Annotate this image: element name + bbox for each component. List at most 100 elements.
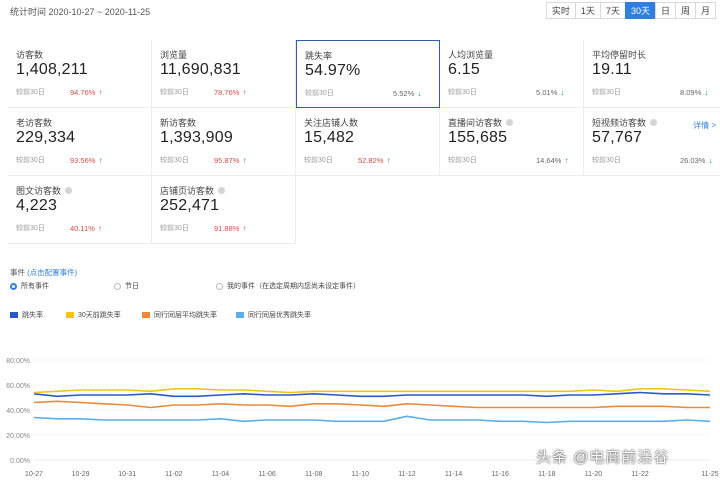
help-icon[interactable]: [650, 118, 658, 126]
radio-icon: [216, 282, 223, 290]
legend-item[interactable]: 同行同层平均跳失率: [142, 310, 217, 320]
range-button-day[interactable]: 日: [654, 2, 676, 19]
metric-label-text: 访客数: [16, 49, 44, 60]
metric-card[interactable]: 平均停留时长 19.11 较前30日 8.09% ↓: [584, 40, 720, 108]
comparison-label: 较前30日: [592, 89, 621, 96]
arrow-down-icon: ↓: [704, 87, 709, 97]
legend-item[interactable]: 同行同层优秀跳失率: [236, 310, 311, 320]
arrow-down-icon: ↓: [708, 155, 713, 165]
x-tick-label: 11-14: [445, 471, 462, 478]
x-tick-label: 11-16: [492, 471, 509, 478]
comparison-percent: 8.09% ↓: [680, 88, 708, 97]
configure-events-link[interactable]: (点击配置事件): [27, 268, 77, 277]
metric-comparison: 较前30日 40.11% ↑: [16, 223, 144, 233]
metric-card[interactable]: 直播间访客数 155,685 较前30日 14.64% ↑: [440, 108, 584, 176]
metric-label: 平均停留时长: [592, 48, 720, 60]
range-button-1day[interactable]: 1天: [574, 2, 601, 19]
x-tick-label: 11-20: [585, 471, 602, 478]
percent-value: 93.56%: [70, 155, 96, 165]
legend-item[interactable]: 30天前跳失率: [66, 310, 121, 320]
help-icon[interactable]: [218, 186, 226, 194]
comparison-label: 较前30日: [160, 89, 189, 96]
metric-label-text: 跳失率: [305, 50, 333, 61]
metric-card[interactable]: 跳失率 54.97% 较前30日 5.52% ↓: [296, 40, 440, 108]
range-button-week[interactable]: 周: [674, 2, 696, 19]
metric-card[interactable]: 短视频访客数 57,767 较前30日 26.03% ↓: [584, 108, 720, 176]
comparison-percent: 52.82% ↑: [358, 156, 390, 165]
percent-value: 94.76%: [70, 87, 96, 97]
x-tick-label: 11-08: [305, 471, 322, 478]
metric-value: 15,482: [304, 129, 355, 146]
range-button-7day[interactable]: 7天: [599, 2, 626, 19]
percent-value: 95.87%: [214, 155, 240, 165]
comparison-label: 较前30日: [448, 89, 477, 96]
metric-value: 6.15: [448, 61, 480, 78]
percent-value: 8.09%: [680, 87, 702, 97]
metric-value: 4,223: [16, 197, 58, 214]
date-range-label: 统计时间 2020-10-27 ~ 2020-11-25: [10, 7, 151, 17]
metric-card[interactable]: 浏览量 11,690,831 较前30日 78.76% ↑: [152, 40, 296, 108]
x-tick-label: 11-02: [165, 471, 182, 478]
comparison-percent: 5.01% ↓: [536, 88, 564, 97]
top-bar: 统计时间 2020-10-27 ~ 2020-11-25 实时 1天 7天 30…: [0, 0, 720, 22]
range-button-month[interactable]: 月: [694, 2, 716, 19]
x-tick-label: 11-25: [701, 471, 718, 478]
metric-value: 57,767: [592, 129, 643, 146]
details-link[interactable]: 详情 >: [693, 120, 716, 131]
percent-value: 91.88%: [214, 223, 240, 233]
arrow-up-icon: ↑: [242, 155, 247, 165]
metric-card[interactable]: 新访客数 1,393,909 较前30日 95.87% ↑: [152, 108, 296, 176]
legend-label: 同行同层优秀跳失率: [248, 312, 311, 319]
metric-comparison: 较前30日 8.09% ↓: [592, 87, 720, 97]
y-tick-label: 20.00%: [6, 433, 30, 440]
comparison-percent: 14.64% ↑: [536, 156, 568, 165]
y-tick-label: 0.00%: [10, 458, 30, 465]
metric-value: 155,685: [448, 129, 508, 146]
range-button-realtime[interactable]: 实时: [545, 2, 576, 19]
event-option-holiday[interactable]: 节日: [114, 281, 139, 291]
event-option-mine[interactable]: 我的事件（在选定周期内您尚未设定事件）: [216, 281, 360, 291]
comparison-percent: 26.03% ↓: [680, 156, 712, 165]
comparison-label: 较前30日: [304, 157, 333, 164]
percent-value: 26.03%: [680, 155, 706, 165]
x-tick-label: 11-12: [398, 471, 415, 478]
radio-selected-icon: [10, 282, 17, 290]
metric-label-text: 图文访客数: [16, 185, 62, 196]
metric-label: 跳失率: [305, 49, 439, 61]
metric-label-text: 人均浏览量: [448, 49, 494, 60]
metric-label: 图文访客数: [16, 184, 151, 196]
event-option-all[interactable]: 所有事件: [10, 281, 49, 291]
time-range-selector: 实时 1天 7天 30天 日 周 月: [545, 2, 716, 19]
metric-value: 1,393,909: [160, 129, 233, 146]
arrow-up-icon: ↑: [98, 87, 103, 97]
metric-card[interactable]: 人均浏览量 6.15 较前30日 5.01% ↓: [440, 40, 584, 108]
legend-item[interactable]: 跳失率: [10, 310, 43, 320]
comparison-percent: 78.76% ↑: [214, 88, 246, 97]
metric-label: 新访客数: [160, 116, 295, 128]
legend-swatch: [66, 312, 74, 318]
metric-card[interactable]: 关注店铺人数 15,482 较前30日 52.82% ↑: [296, 108, 440, 176]
metric-comparison: 较前30日 94.76% ↑: [16, 87, 144, 97]
metric-value: 229,334: [16, 129, 76, 146]
metric-comparison: 较前30日 95.87% ↑: [160, 155, 288, 165]
metric-card[interactable]: 访客数 1,408,211 较前30日 94.76% ↑: [8, 40, 152, 108]
x-tick-label: 11-22: [631, 471, 648, 478]
help-icon[interactable]: [506, 118, 514, 126]
metric-card[interactable]: 店铺页访客数 252,471 较前30日 91.88% ↑: [152, 176, 296, 244]
comparison-label: 较前30日: [16, 89, 45, 96]
help-icon[interactable]: [65, 186, 73, 194]
metric-comparison: 较前30日 5.01% ↓: [448, 87, 576, 97]
x-tick-label: 11-06: [258, 471, 275, 478]
metric-label-text: 平均停留时长: [592, 49, 647, 60]
legend-label: 同行同层平均跳失率: [154, 312, 217, 319]
range-button-30day[interactable]: 30天: [624, 2, 656, 19]
arrow-up-icon: ↑: [97, 223, 102, 233]
comparison-percent: 40.11% ↑: [70, 224, 102, 233]
event-option-label: 节日: [125, 283, 139, 290]
metric-card[interactable]: 图文访客数 4,223 较前30日 40.11% ↑: [8, 176, 152, 244]
metric-label-text: 新访客数: [160, 117, 197, 128]
metric-card[interactable]: 老访客数 229,334 较前30日 93.56% ↑: [8, 108, 152, 176]
events-title: 事件: [10, 268, 25, 277]
watermark-text: 头条 @电商前沿谷: [536, 449, 670, 466]
series-line: [33, 387, 711, 394]
